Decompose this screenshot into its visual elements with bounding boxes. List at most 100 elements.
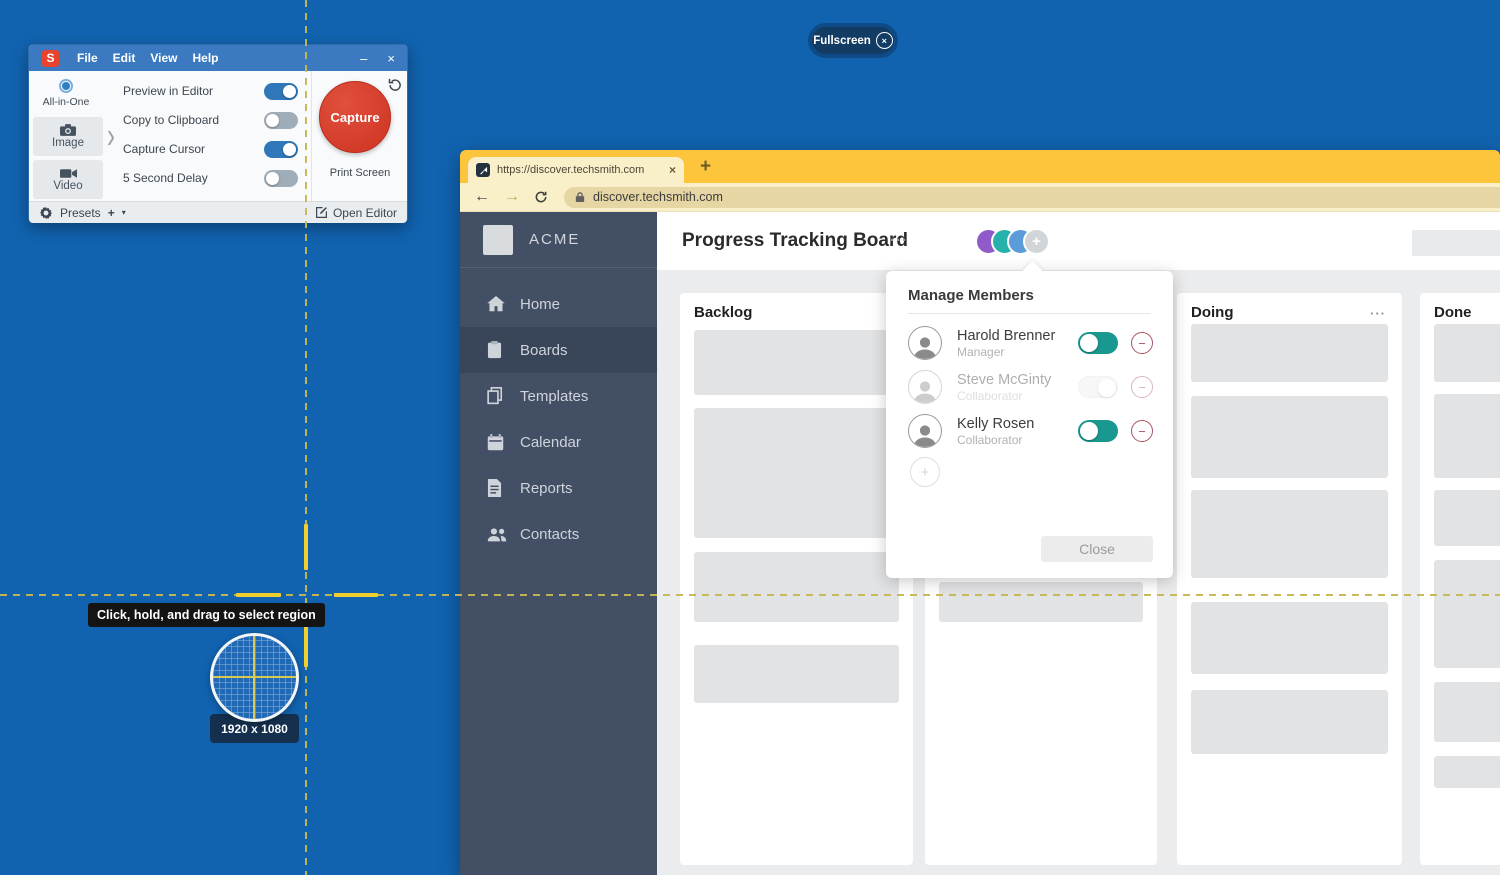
sidebar-item-templates[interactable]: Templates — [460, 373, 657, 419]
sidebar-item-home[interactable]: Home — [460, 281, 657, 327]
column-done: Done — [1420, 293, 1500, 865]
menu-help[interactable]: Help — [192, 51, 218, 65]
video-camera-icon — [60, 168, 77, 179]
tab-close-icon[interactable]: × — [669, 163, 676, 177]
close-button[interactable]: Close — [1041, 536, 1153, 562]
snagit-bottombar: Presets + ▾ Open Editor — [29, 201, 407, 223]
caret-down-icon[interactable]: ▾ — [122, 208, 126, 217]
board-title-menu-icon[interactable]: ··· — [890, 232, 908, 249]
undo-icon[interactable] — [387, 77, 402, 92]
crosshair-segment — [334, 593, 378, 597]
sidebar-item-contacts[interactable]: Contacts — [460, 511, 657, 557]
card-placeholder[interactable] — [1434, 560, 1500, 668]
crosshair-horizontal-line — [0, 594, 1500, 596]
card-placeholder[interactable] — [1434, 756, 1500, 788]
tab-favicon-icon — [476, 163, 490, 177]
address-bar[interactable]: discover.techsmith.com — [564, 187, 1500, 208]
sidebar-item-reports[interactable]: Reports — [460, 465, 657, 511]
card-placeholder[interactable] — [1191, 396, 1388, 478]
card-placeholder[interactable] — [1434, 394, 1500, 478]
five-second-delay-toggle[interactable] — [264, 170, 298, 187]
board-main: Progress Tracking Board ··· + Backlog — [657, 212, 1500, 875]
column-menu-icon[interactable]: ··· — [1370, 306, 1386, 321]
card-placeholder[interactable] — [694, 645, 899, 703]
card-placeholder[interactable] — [694, 330, 899, 395]
browser-tab-strip: https://discover.techsmith.com × + — [460, 150, 1500, 183]
mode-image[interactable]: Image — [33, 117, 103, 156]
menu-view[interactable]: View — [150, 51, 177, 65]
magnifier-loupe — [210, 633, 299, 722]
gear-icon[interactable] — [39, 206, 53, 220]
add-member-button[interactable]: + — [910, 457, 940, 487]
member-toggle[interactable] — [1078, 332, 1118, 354]
add-member-avatar-button[interactable]: + — [1023, 228, 1050, 255]
column-title: Done — [1434, 304, 1472, 321]
new-tab-button[interactable]: + — [700, 156, 711, 178]
option-label: 5 Second Delay — [123, 171, 253, 185]
remove-member-icon[interactable]: − — [1131, 376, 1153, 398]
member-name: Steve McGinty — [957, 372, 1078, 388]
reports-icon — [487, 479, 507, 497]
capture-panel: Capture Print Screen — [312, 71, 408, 201]
fullscreen-button[interactable]: Fullscreen × — [812, 27, 894, 54]
lock-icon — [575, 191, 585, 203]
card-placeholder[interactable] — [1191, 324, 1388, 382]
presets-label[interactable]: Presets — [60, 206, 101, 220]
reload-icon[interactable] — [534, 190, 548, 204]
sidebar-item-calendar[interactable]: Calendar — [460, 419, 657, 465]
mode-video[interactable]: Video — [33, 160, 103, 199]
brand-row: ACME — [460, 212, 657, 268]
card-placeholder[interactable] — [1434, 324, 1500, 382]
minimize-icon[interactable]: – — [360, 51, 367, 66]
menu-file[interactable]: File — [77, 51, 98, 65]
add-preset-icon[interactable]: + — [108, 206, 115, 220]
snagit-window: S File Edit View Help – × All-in-One Ima… — [28, 44, 408, 223]
manage-members-popup: Manage Members Harold Brenner Manager − — [886, 271, 1173, 578]
forward-icon[interactable]: → — [504, 188, 520, 206]
member-avatars: + — [975, 228, 1050, 255]
member-toggle[interactable] — [1078, 420, 1118, 442]
card-placeholder[interactable] — [1434, 490, 1500, 546]
header-action-placeholder — [1412, 230, 1500, 256]
board-header: Progress Tracking Board ··· + — [657, 212, 1500, 270]
sidebar-item-label: Contacts — [520, 526, 579, 543]
member-toggle[interactable] — [1078, 376, 1118, 398]
option-label: Preview in Editor — [123, 84, 253, 98]
close-icon[interactable]: × — [387, 51, 395, 66]
card-placeholder[interactable] — [1191, 602, 1388, 674]
capture-button[interactable]: Capture — [319, 81, 391, 153]
remove-member-icon[interactable]: − — [1131, 420, 1153, 442]
popup-divider — [908, 313, 1151, 314]
snagit-titlebar[interactable]: S File Edit View Help – × — [29, 45, 407, 71]
back-icon[interactable]: ← — [474, 188, 490, 206]
open-editor-button[interactable]: Open Editor — [315, 206, 397, 220]
clipboard-icon — [487, 341, 507, 359]
card-placeholder[interactable] — [1434, 682, 1500, 742]
browser-tab[interactable]: https://discover.techsmith.com × — [468, 157, 684, 183]
snagit-logo: S — [42, 50, 59, 67]
capture-cursor-toggle[interactable] — [264, 141, 298, 158]
remove-member-icon[interactable]: − — [1131, 332, 1153, 354]
menu-edit[interactable]: Edit — [113, 51, 136, 65]
member-role: Collaborator — [957, 389, 1078, 403]
copy-to-clipboard-toggle[interactable] — [264, 112, 298, 129]
card-placeholder[interactable] — [1191, 490, 1388, 578]
capture-hotkey-label: Print Screen — [312, 167, 408, 179]
card-placeholder[interactable] — [694, 552, 899, 622]
member-row-steve: Steve McGinty Collaborator − — [908, 367, 1153, 407]
person-avatar-icon — [908, 326, 942, 360]
preview-in-editor-toggle[interactable] — [264, 83, 298, 100]
member-row-kelly: Kelly Rosen Collaborator − — [908, 411, 1153, 451]
fullscreen-expand-icon: × — [876, 32, 893, 49]
mode-all-in-one[interactable]: All-in-One — [29, 79, 103, 108]
card-placeholder[interactable] — [939, 582, 1143, 622]
card-placeholder[interactable] — [1191, 690, 1388, 754]
member-row-harold: Harold Brenner Manager − — [908, 323, 1153, 363]
sidebar-item-boards[interactable]: Boards — [460, 327, 657, 373]
member-text: Kelly Rosen Collaborator — [957, 416, 1078, 447]
brand-logo — [483, 225, 513, 255]
card-placeholder[interactable] — [694, 408, 899, 538]
window-controls: – × — [360, 51, 395, 66]
edit-pencil-icon — [315, 206, 328, 219]
tab-title: https://discover.techsmith.com — [497, 164, 662, 176]
